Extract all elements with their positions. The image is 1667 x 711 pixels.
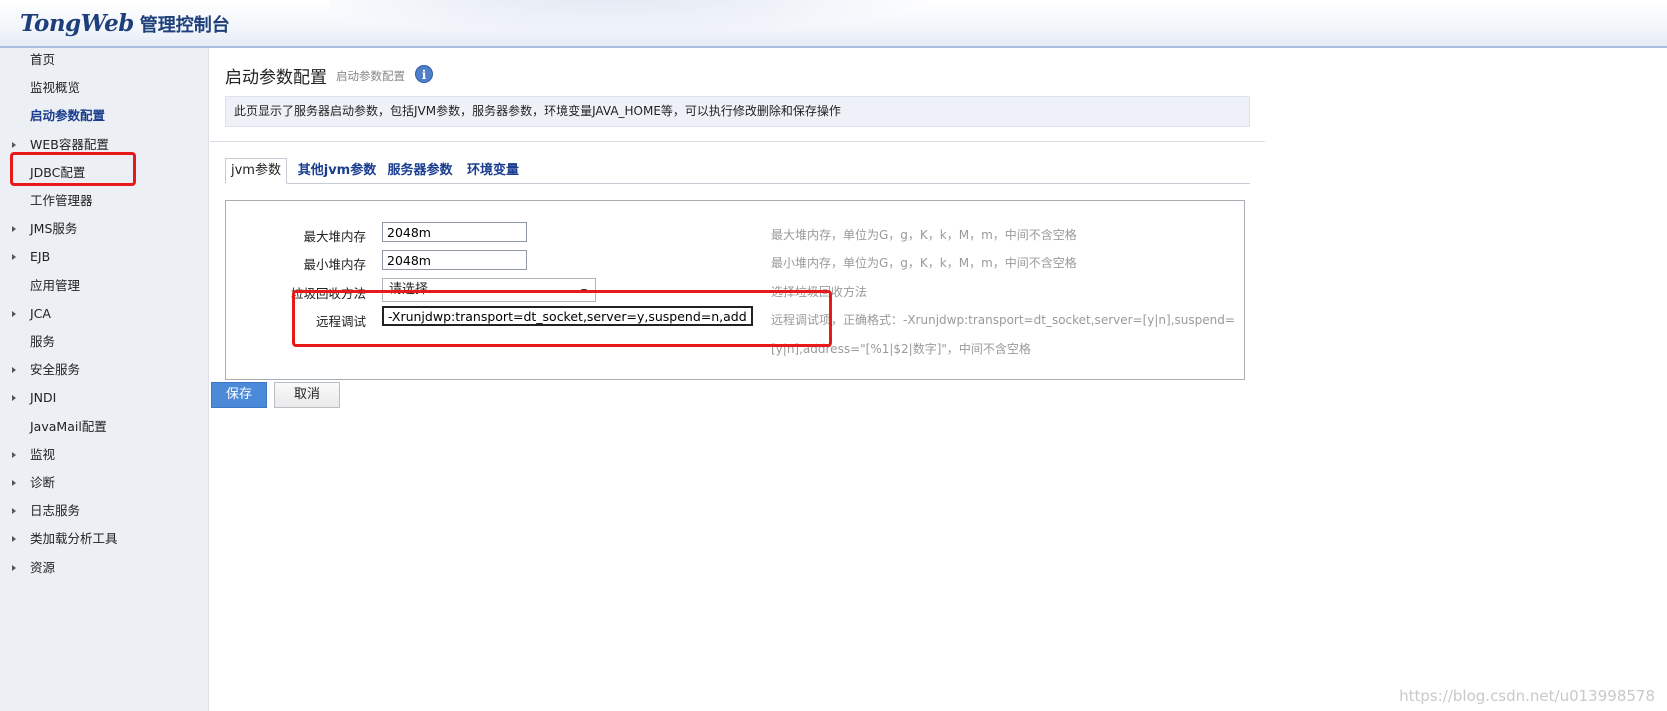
top-header: Tong Web 管理控制台 (0, 0, 1667, 48)
watermark: https://blog.csdn.net/u013998578 (1399, 687, 1655, 705)
info-icon[interactable]: i (415, 65, 433, 83)
save-button[interactable]: 保存 (211, 382, 267, 408)
sidebar-item-label: 监视 (30, 447, 56, 462)
expand-arrow-icon (12, 367, 16, 373)
sidebar-item-label: EJB (30, 249, 51, 264)
sidebar-item-jdbc[interactable]: JDBC配置 (0, 162, 208, 184)
header-decoration (330, 0, 1030, 46)
sidebar-item-label: 服务 (30, 334, 56, 349)
sidebar-nav: 首页 监视概览 启动参数配置 WEB容器配置 JDBC配置 工作管理器 JMS服… (0, 48, 209, 711)
sidebar-item-label: 诊断 (30, 475, 56, 490)
min-heap-hint: 最小堆内存，单位为G，g，K，k，M，m，中间不含空格 (771, 256, 1077, 270)
sidebar-item-classloader-tool[interactable]: 类加载分析工具 (0, 528, 208, 550)
sidebar-item-jca[interactable]: JCA (0, 303, 208, 325)
sidebar-item-label: JCA (30, 306, 51, 321)
logo-tong-text: Tong (20, 10, 81, 37)
sidebar-item-diagnostics[interactable]: 诊断 (0, 472, 208, 494)
tab-env-vars[interactable]: 环境变量 (465, 158, 521, 184)
sidebar-item-label: 日志服务 (30, 503, 81, 518)
sidebar-item-label: 监视概览 (30, 80, 81, 95)
sidebar-item-label: JavaMail配置 (30, 419, 107, 434)
sidebar-item-work-manager[interactable]: 工作管理器 (0, 190, 208, 212)
sidebar-item-security[interactable]: 安全服务 (0, 359, 208, 381)
sidebar-item-jndi[interactable]: JNDI (0, 387, 208, 409)
expand-arrow-icon (12, 480, 16, 486)
expand-arrow-icon (12, 508, 16, 514)
sidebar-item-label: WEB容器配置 (30, 137, 109, 152)
sidebar-item-home[interactable]: 首页 (0, 49, 208, 71)
sidebar-item-label: JMS服务 (30, 221, 78, 236)
min-heap-input[interactable] (382, 250, 527, 270)
expand-arrow-icon (12, 452, 16, 458)
sidebar-item-log-service[interactable]: 日志服务 (0, 500, 208, 522)
page-description: 此页显示了服务器启动参数，包括JVM参数，服务器参数，环境变量JAVA_HOME… (225, 96, 1250, 127)
sidebar-item-services[interactable]: 服务 (0, 331, 208, 353)
max-heap-hint: 最大堆内存，单位为G，g，K，k，M，m，中间不含空格 (771, 228, 1077, 242)
highlight-box-remote-debug (292, 290, 832, 347)
header-divider (210, 141, 1265, 142)
page-title: 启动参数配置 (225, 68, 327, 88)
sidebar-item-app-management[interactable]: 应用管理 (0, 275, 208, 297)
sidebar-item-ejb[interactable]: EJB (0, 246, 208, 268)
expand-arrow-icon (12, 395, 16, 401)
sidebar-item-label: 安全服务 (30, 362, 81, 377)
remote-debug-hint-line1: 远程调试项，正确格式：-Xrunjdwp:transport=dt_socket… (771, 313, 1235, 327)
page-subtitle: 启动参数配置 (336, 69, 405, 83)
expand-arrow-icon (12, 565, 16, 571)
min-heap-label: 最小堆内存 (303, 257, 366, 272)
tab-other-jvm-params[interactable]: 其他jvm参数 (297, 158, 377, 184)
sidebar-item-startup-params[interactable]: 启动参数配置 (0, 105, 208, 127)
sidebar-item-jms[interactable]: JMS服务 (0, 218, 208, 240)
max-heap-input[interactable] (382, 222, 527, 242)
sidebar-item-monitor[interactable]: 监视 (0, 444, 208, 466)
sidebar-item-monitor-overview[interactable]: 监视概览 (0, 77, 208, 99)
sidebar-item-javamail[interactable]: JavaMail配置 (0, 416, 208, 438)
sidebar-item-label: 资源 (30, 560, 56, 575)
expand-arrow-icon (12, 226, 16, 232)
tab-underline (225, 183, 1250, 184)
expand-arrow-icon (12, 311, 16, 317)
tab-server-params[interactable]: 服务器参数 (385, 158, 455, 184)
sidebar-item-resources[interactable]: 资源 (0, 557, 208, 579)
tongweb-logo: Tong Web 管理控制台 (20, 10, 230, 37)
tab-jvm-params[interactable]: jvm参数 (225, 158, 287, 184)
max-heap-label: 最大堆内存 (303, 229, 366, 244)
expand-arrow-icon (12, 142, 16, 148)
sidebar-item-label: 应用管理 (30, 278, 81, 293)
cancel-button[interactable]: 取消 (274, 382, 340, 408)
sidebar-item-label: 工作管理器 (30, 193, 93, 208)
sidebar-item-label: JNDI (30, 390, 57, 405)
sidebar-item-label: 类加载分析工具 (30, 531, 118, 546)
sidebar-item-label: JDBC配置 (30, 165, 86, 180)
sidebar-item-label: 启动参数配置 (30, 108, 106, 123)
expand-arrow-icon (12, 536, 16, 542)
console-title: 管理控制台 (139, 15, 230, 36)
sidebar-item-web-container[interactable]: WEB容器配置 (0, 134, 208, 156)
logo-web-text: Web (80, 10, 135, 37)
sidebar-item-label: 首页 (30, 52, 56, 67)
expand-arrow-icon (12, 254, 16, 260)
